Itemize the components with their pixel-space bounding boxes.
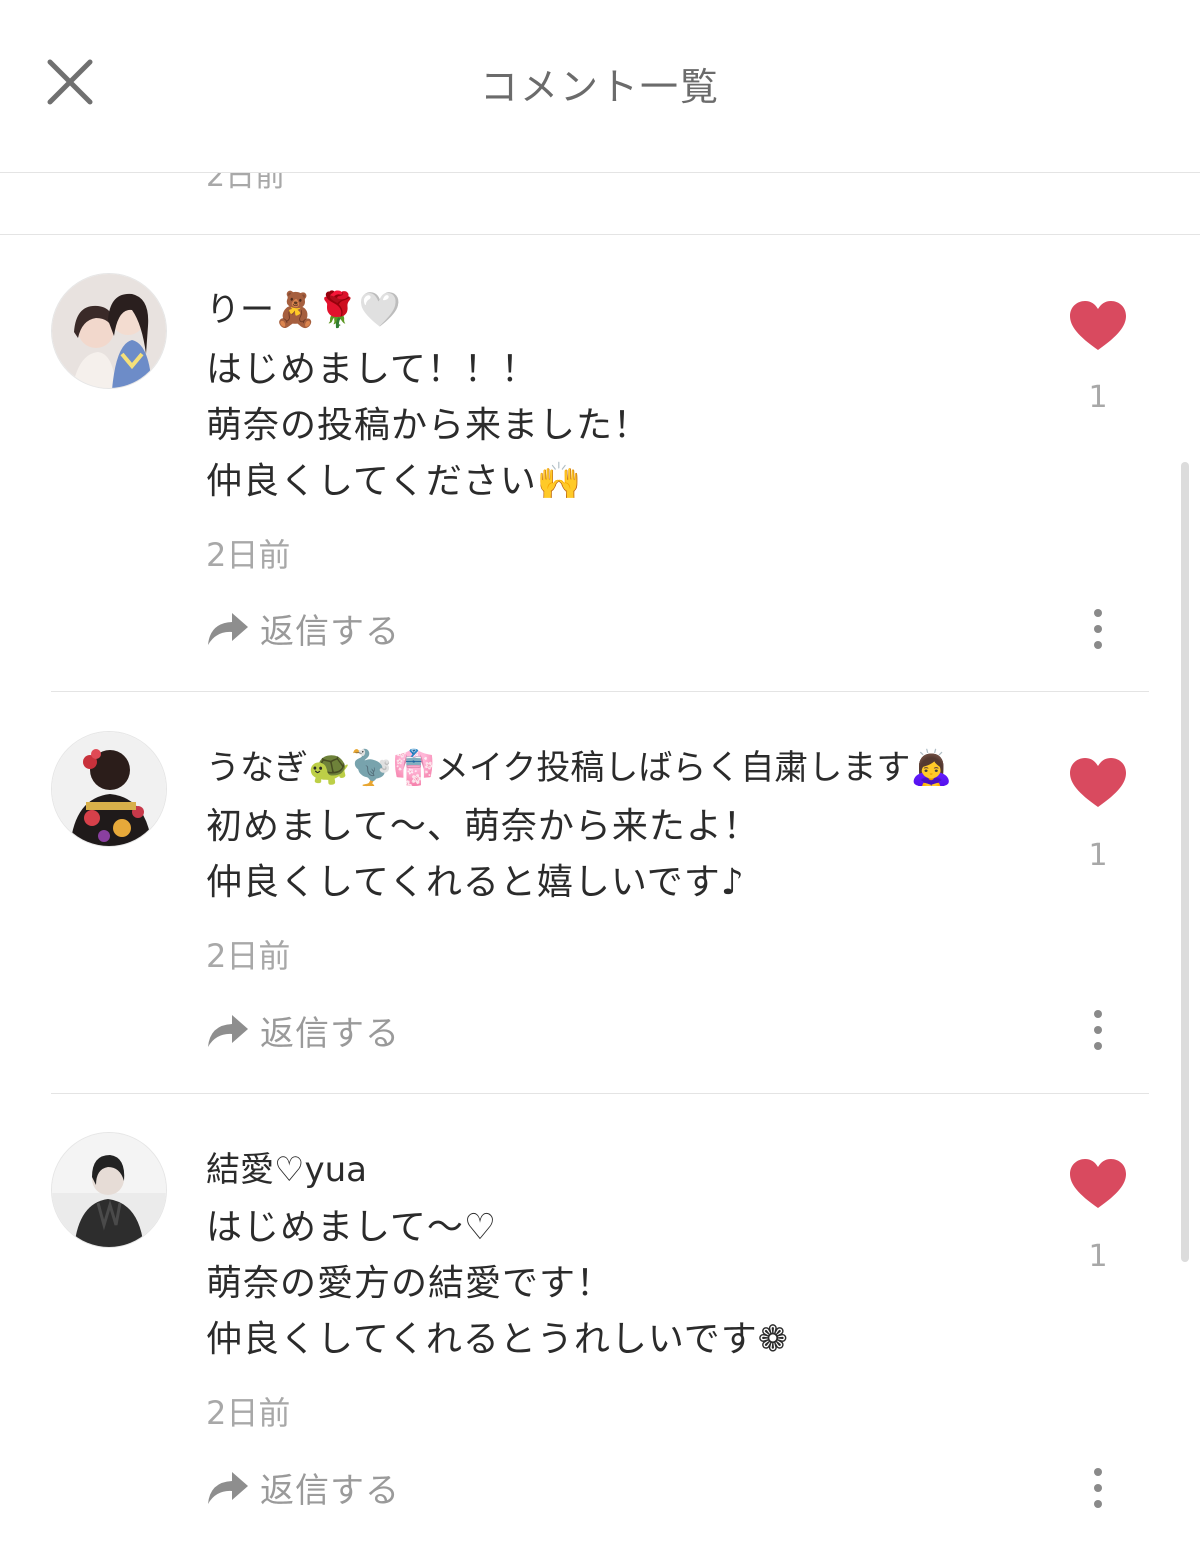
reply-arrow-icon bbox=[208, 612, 248, 645]
avatar[interactable] bbox=[51, 1132, 167, 1248]
more-options-button[interactable] bbox=[1087, 607, 1109, 651]
comment-line: はじめまして！！！ bbox=[206, 349, 538, 390]
header: コメント一覧 bbox=[0, 0, 1200, 173]
like-count: 1 bbox=[1088, 838, 1108, 873]
divider bbox=[51, 1093, 1149, 1094]
more-options-button[interactable] bbox=[1087, 1008, 1109, 1052]
comment-line: 初めまして〜、萌奈から来たよ！ bbox=[206, 806, 760, 847]
comment-line: 仲良くしてください🙌 bbox=[206, 461, 583, 502]
username[interactable]: うなぎ🐢🦤👘メイク投稿しばらく自粛します🙇‍♀️ bbox=[206, 740, 953, 789]
more-vertical-icon bbox=[1094, 609, 1102, 649]
username[interactable]: 結愛♡yua bbox=[206, 1142, 367, 1191]
comment-body: 初めまして〜、萌奈から来たよ！ 仲良くしてくれると嬉しいです♪ bbox=[206, 799, 760, 911]
reply-label: 返信する bbox=[260, 612, 400, 652]
heart-icon bbox=[1070, 301, 1126, 350]
username[interactable]: りー🧸🌹🤍 bbox=[206, 282, 401, 331]
comment-line: 萌奈の投稿から来ました！ bbox=[206, 405, 651, 446]
heart-icon bbox=[1070, 758, 1126, 807]
reply-button[interactable]: 返信する bbox=[206, 1006, 400, 1055]
reply-button[interactable]: 返信する bbox=[206, 1463, 400, 1512]
comment-body: はじめまして〜♡ 萌奈の愛方の結愛です！ 仲良くしてくれるとうれしいです❁ bbox=[206, 1200, 789, 1368]
reply-arrow-icon bbox=[208, 1014, 248, 1047]
like-count: 1 bbox=[1088, 1239, 1108, 1274]
reply-label: 返信する bbox=[260, 1014, 400, 1054]
reply-button[interactable]: 返信する bbox=[206, 604, 400, 653]
more-vertical-icon bbox=[1094, 1468, 1102, 1508]
more-options-button[interactable] bbox=[1087, 1466, 1109, 1510]
like-count: 1 bbox=[1088, 380, 1108, 415]
comment-line: はじめまして〜♡ bbox=[206, 1207, 498, 1248]
divider bbox=[51, 691, 1149, 692]
avatar[interactable] bbox=[51, 273, 167, 389]
like-button[interactable] bbox=[1068, 300, 1128, 352]
comment-time: 2日前 bbox=[206, 173, 286, 194]
reply-label: 返信する bbox=[260, 1471, 400, 1511]
comment-time: 2日前 bbox=[206, 937, 291, 975]
page-title: コメント一覧 bbox=[479, 65, 720, 109]
like-button[interactable] bbox=[1068, 757, 1128, 809]
more-vertical-icon bbox=[1094, 1010, 1102, 1050]
previous-comment-tail: 2日前 bbox=[0, 173, 1200, 235]
comment-body: はじめまして！！！ 萌奈の投稿から来ました！ 仲良くしてください🙌 bbox=[206, 342, 650, 510]
avatar[interactable] bbox=[51, 731, 167, 847]
comment-time: 2日前 bbox=[206, 1394, 291, 1432]
scrollbar[interactable] bbox=[1181, 462, 1189, 1262]
comment-line: 萌奈の愛方の結愛です！ bbox=[206, 1263, 614, 1304]
reply-arrow-icon bbox=[208, 1471, 248, 1504]
comment-time: 2日前 bbox=[206, 536, 291, 574]
like-button[interactable] bbox=[1068, 1158, 1128, 1210]
comment-line: 仲良くしてくれると嬉しいです♪ bbox=[206, 862, 745, 903]
comment-line: 仲良くしてくれるとうれしいです❁ bbox=[206, 1319, 789, 1360]
heart-icon bbox=[1070, 1159, 1126, 1208]
